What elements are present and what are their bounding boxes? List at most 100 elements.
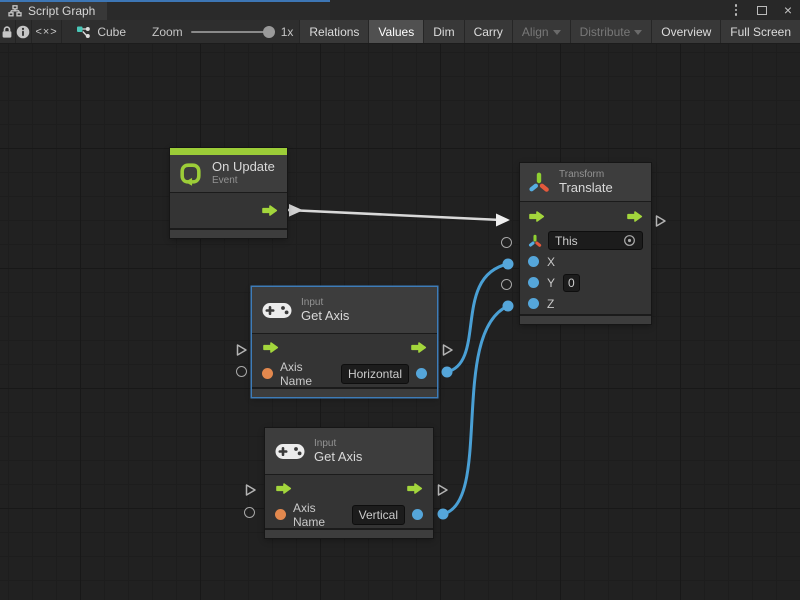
axis-name-value: Horizontal bbox=[348, 367, 402, 381]
y-value-port[interactable] bbox=[528, 277, 539, 288]
flow-input-port[interactable] bbox=[262, 341, 279, 354]
tab-label: Script Graph bbox=[28, 4, 95, 18]
node-subtitle: Transform bbox=[559, 169, 613, 181]
translate-flow-out-ext-port[interactable] bbox=[654, 214, 667, 228]
tab-script-graph[interactable]: Script Graph bbox=[0, 2, 107, 20]
values-label: Values bbox=[378, 25, 414, 39]
get-axis-v-flow-out-ext-port[interactable] bbox=[436, 483, 449, 497]
get-axis-h-flow-out-ext-port[interactable] bbox=[441, 343, 454, 357]
axis-name-label: Axis Name bbox=[280, 360, 334, 388]
x-value-port[interactable] bbox=[528, 256, 539, 267]
flow-output-port[interactable] bbox=[406, 482, 423, 495]
flow-input-port[interactable] bbox=[528, 210, 545, 223]
get-axis-h-header: Input Get Axis bbox=[252, 287, 437, 333]
axis-name-port[interactable] bbox=[275, 509, 286, 520]
on-update-footer bbox=[170, 230, 287, 238]
node-get-axis-horizontal[interactable]: Input Get Axis Axis Name H bbox=[252, 287, 437, 397]
control-flow-row bbox=[252, 334, 437, 360]
info-button[interactable] bbox=[16, 20, 32, 43]
carry-label: Carry bbox=[474, 25, 503, 39]
zoom-slider-handle[interactable] bbox=[263, 26, 275, 38]
close-icon: × bbox=[784, 3, 792, 17]
align-label: Align bbox=[522, 25, 549, 39]
target-object-field[interactable]: This bbox=[548, 231, 643, 250]
loop-event-icon bbox=[178, 161, 203, 186]
x-input-row: X bbox=[520, 251, 651, 272]
full-screen-button[interactable]: Full Screen bbox=[720, 20, 800, 43]
axis-result-port[interactable] bbox=[412, 509, 423, 520]
transform-mini-icon bbox=[528, 234, 542, 248]
lock-icon bbox=[1, 25, 13, 39]
get-axis-h-param-ext-port[interactable] bbox=[236, 366, 247, 377]
translate-body: This X Y 0 bbox=[520, 202, 651, 314]
flow-output-port[interactable] bbox=[410, 341, 427, 354]
translate-header: Transform Translate bbox=[520, 163, 651, 201]
distribute-dropdown[interactable]: Distribute bbox=[570, 20, 652, 43]
flow-input-port[interactable] bbox=[275, 482, 292, 495]
flow-output-port[interactable] bbox=[261, 204, 278, 217]
get-axis-v-param-ext-port[interactable] bbox=[244, 507, 255, 518]
translate-target-ext-port[interactable] bbox=[501, 237, 512, 248]
get-axis-h-flow-in-ext-port[interactable] bbox=[235, 343, 248, 357]
get-axis-h-body: Axis Name Horizontal bbox=[252, 334, 437, 387]
get-axis-v-titles: Input Get Axis bbox=[314, 438, 362, 464]
target-input-row: This bbox=[520, 230, 651, 251]
align-dropdown[interactable]: Align bbox=[512, 20, 570, 43]
more-menu-icon bbox=[735, 4, 738, 16]
z-value-port[interactable] bbox=[528, 298, 539, 309]
wire-onupdate-to-translate[interactable] bbox=[288, 204, 510, 227]
overview-button[interactable]: Overview bbox=[651, 20, 720, 43]
axis-result-port[interactable] bbox=[416, 368, 427, 379]
node-title: On Update bbox=[212, 160, 275, 175]
transform-icon bbox=[528, 171, 550, 194]
get-axis-v-header: Input Get Axis bbox=[265, 428, 433, 474]
axis-name-label: Axis Name bbox=[293, 501, 345, 529]
zoom-control: Zoom 1x bbox=[138, 20, 299, 43]
axis-name-field[interactable]: Vertical bbox=[352, 505, 405, 525]
window-maximize-button[interactable] bbox=[754, 2, 770, 18]
values-button[interactable]: Values bbox=[368, 20, 423, 43]
window-controls: × bbox=[728, 0, 796, 20]
node-subtitle: Event bbox=[212, 175, 275, 187]
code-preview-toggle[interactable]: <×> bbox=[32, 20, 62, 43]
relations-button[interactable]: Relations bbox=[299, 20, 368, 43]
get-axis-h-titles: Input Get Axis bbox=[301, 297, 349, 323]
chevron-down-icon bbox=[634, 30, 642, 35]
get-axis-v-body: Axis Name Vertical bbox=[265, 475, 433, 528]
window-close-button[interactable]: × bbox=[780, 2, 796, 18]
dim-label: Dim bbox=[433, 25, 454, 39]
flow-output-port[interactable] bbox=[626, 210, 643, 223]
gamepad-icon bbox=[275, 443, 305, 460]
node-translate[interactable]: Transform Translate bbox=[520, 163, 651, 324]
graph-canvas[interactable]: On Update Event bbox=[0, 44, 800, 600]
node-subtitle: Input bbox=[314, 438, 362, 450]
get-axis-v-flow-in-ext-port[interactable] bbox=[244, 483, 257, 497]
zoom-slider[interactable] bbox=[191, 31, 273, 33]
carry-button[interactable]: Carry bbox=[464, 20, 512, 43]
lock-button[interactable] bbox=[0, 20, 16, 43]
object-picker-icon[interactable] bbox=[623, 234, 636, 247]
node-title: Get Axis bbox=[301, 309, 349, 324]
info-icon bbox=[16, 25, 30, 39]
node-on-update[interactable]: On Update Event bbox=[170, 148, 287, 238]
relations-label: Relations bbox=[309, 25, 359, 39]
chevron-down-icon bbox=[553, 30, 561, 35]
axis-name-port[interactable] bbox=[262, 368, 273, 379]
tab-strip: Script Graph × bbox=[0, 0, 800, 20]
axis-name-field[interactable]: Horizontal bbox=[341, 364, 409, 384]
y-value-field[interactable]: 0 bbox=[563, 274, 580, 292]
translate-y-ext-port[interactable] bbox=[501, 279, 512, 290]
overview-label: Overview bbox=[661, 25, 711, 39]
graph-target-breadcrumb[interactable]: Cube bbox=[62, 20, 138, 43]
script-graph-window: Script Graph × bbox=[0, 0, 800, 600]
window-menu-button[interactable] bbox=[728, 2, 744, 18]
node-title: Get Axis bbox=[314, 450, 362, 465]
on-update-body bbox=[170, 193, 287, 228]
graph-node-icon bbox=[76, 25, 91, 39]
target-label: Cube bbox=[97, 25, 126, 39]
translate-titles: Transform Translate bbox=[559, 169, 613, 195]
axis-name-value: Vertical bbox=[359, 508, 398, 522]
dim-button[interactable]: Dim bbox=[423, 20, 463, 43]
full-screen-label: Full Screen bbox=[730, 25, 791, 39]
node-get-axis-vertical[interactable]: Input Get Axis Axis Name V bbox=[265, 428, 433, 538]
